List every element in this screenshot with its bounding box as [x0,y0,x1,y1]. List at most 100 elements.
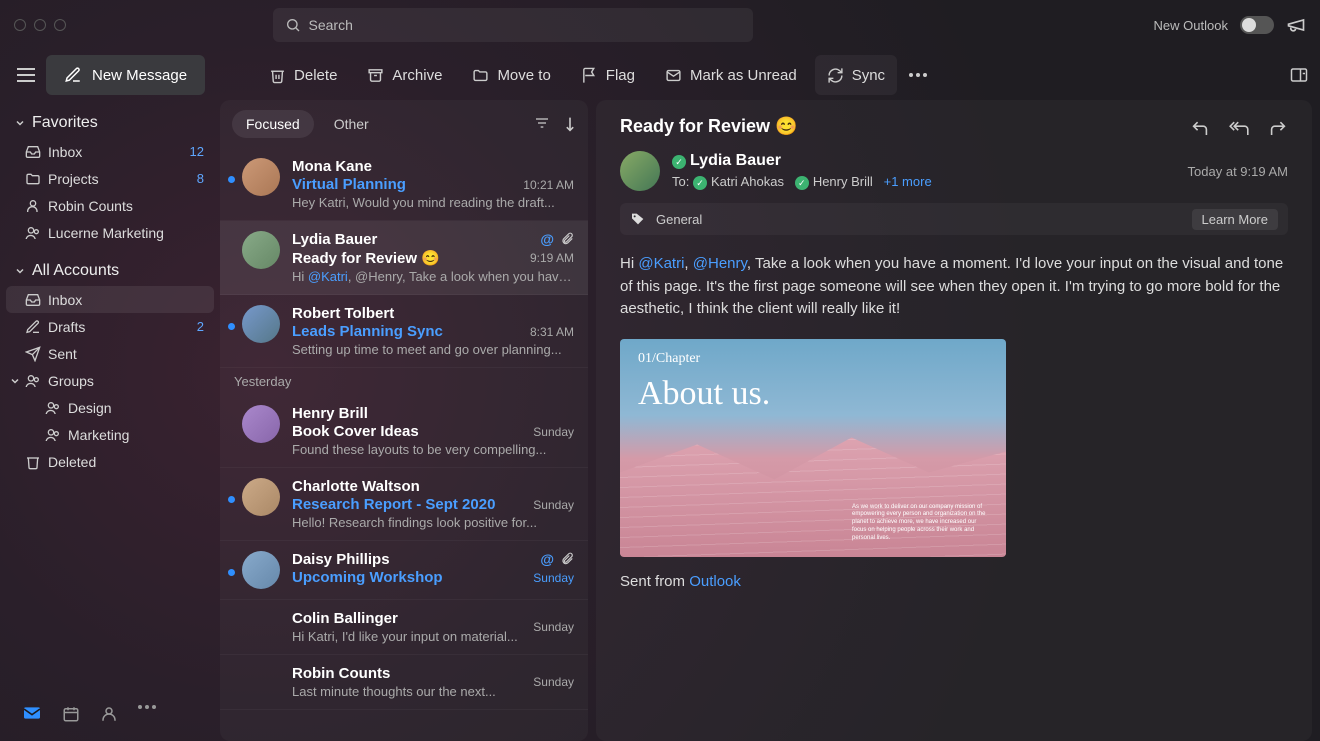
move-to-button[interactable]: Move to [460,55,562,95]
sidebar-item-group-design[interactable]: Design [6,394,214,421]
new-outlook-toggle[interactable] [1240,16,1274,34]
mail-time: Sunday [533,498,574,512]
mail-item[interactable]: Lydia BauerReady for Review 😊Hi @Katri, … [220,221,588,295]
mail-subject: Book Cover Ideas [292,423,574,440]
mail-item[interactable]: Daisy PhillipsUpcoming Workshop@Sunday [220,541,588,600]
chevron-down-icon [14,265,26,277]
reply-icon[interactable] [1190,119,1210,135]
reply-all-icon[interactable] [1228,119,1250,135]
outlook-link[interactable]: Outlook [689,573,741,590]
sidebar-item-groups[interactable]: Groups [6,367,214,394]
reading-pane: Ready for Review 😊 ✓Lydia Bauer To: ✓Kat… [596,100,1312,741]
mail-item[interactable]: Robin Counts Last minute thoughts our the… [220,655,588,710]
tab-focused[interactable]: Focused [232,110,314,138]
move-to-label: Move to [497,67,550,84]
attachment-image[interactable]: 01/Chapter About us. As we work to deliv… [620,339,1006,557]
recipient[interactable]: Katri Ahokas [711,174,784,189]
mark-unread-button[interactable]: Mark as Unread [653,55,809,95]
signature: Sent from Outlook [620,573,1288,590]
mail-item[interactable]: Colin BallingerHi Katri, I'd like your i… [220,600,588,655]
flag-button[interactable]: Flag [569,55,647,95]
favorites-label: Favorites [32,114,98,132]
mail-subject: Research Report - Sept 2020 [292,496,574,513]
mail-item[interactable]: Henry BrillBook Cover IdeasFound these l… [220,395,588,468]
new-message-button[interactable]: New Message [46,55,205,95]
sidebar: Favorites Inbox 12 Projects 8 Robin Coun… [0,100,220,741]
more-actions-button[interactable] [903,55,933,95]
mail-time: 8:31 AM [530,325,574,339]
favorites-section[interactable]: Favorites [6,108,214,138]
nav-label: Robin Counts [48,198,133,214]
people-tab-icon[interactable] [100,705,118,723]
sidebar-item-projects[interactable]: Projects 8 [6,165,214,192]
mail-preview: Setting up time to meet and go over plan… [292,342,574,357]
delete-button[interactable]: Delete [257,55,349,95]
mail-item[interactable]: Charlotte WaltsonResearch Report - Sept … [220,468,588,541]
mail-item[interactable]: Robert TolbertLeads Planning SyncSetting… [220,295,588,368]
more-tab-icon[interactable] [138,705,156,709]
delete-label: Delete [294,67,337,84]
recipient[interactable]: Henry Brill [813,174,873,189]
megaphone-icon[interactable] [1286,15,1306,35]
tab-other[interactable]: Other [320,110,383,138]
mention-icon: @ [540,231,554,247]
cover-chapter: 01/Chapter [638,351,700,367]
nav-label: Sent [48,346,77,362]
mail-tab-icon[interactable] [22,705,42,721]
send-icon [25,346,41,362]
tag-icon [630,211,646,227]
sync-icon [827,67,844,84]
learn-more-button[interactable]: Learn More [1192,209,1278,230]
group-icon [25,225,41,241]
nav-label: Groups [48,373,94,389]
maximize-window[interactable] [54,19,66,31]
sidebar-item-group-marketing[interactable]: Marketing [6,421,214,448]
search-input[interactable]: Search [273,8,753,42]
mail-preview: Last minute thoughts our the next... [292,684,574,699]
mail-time: 10:21 AM [523,178,574,192]
bottom-nav [6,695,214,733]
sync-button[interactable]: Sync [815,55,897,95]
archive-icon [367,67,384,84]
inbox-icon [25,144,41,160]
sidebar-item-inbox-fav[interactable]: Inbox 12 [6,138,214,165]
to-label: To: [672,174,689,189]
mail-from: Robin Counts [292,665,574,682]
draft-icon [25,319,41,335]
more-icon [909,73,927,77]
mention[interactable]: @Katri [638,255,684,272]
close-window[interactable] [14,19,26,31]
mail-time: Sunday [533,425,574,439]
sidebar-item-robin[interactable]: Robin Counts [6,192,214,219]
unread-indicator [228,496,235,503]
forward-icon[interactable] [1268,119,1288,135]
sidebar-item-sent[interactable]: Sent [6,340,214,367]
mail-from: Charlotte Waltson [292,478,574,495]
learn-more-label: Learn More [1202,212,1268,227]
menu-toggle[interactable] [12,61,40,89]
all-accounts-section[interactable]: All Accounts [6,256,214,286]
mail-from: Mona Kane [292,158,574,175]
reading-pane-toggle[interactable] [1290,67,1308,83]
sidebar-item-inbox[interactable]: Inbox [6,286,214,313]
mention[interactable]: @Henry [693,255,747,272]
mail-subject: Upcoming Workshop [292,569,574,586]
nav-label: Lucerne Marketing [48,225,164,241]
mail-from: Daisy Phillips [292,551,574,568]
chevron-down-icon [14,117,26,129]
mail-from: Henry Brill [292,405,574,422]
sort-icon[interactable] [564,116,576,132]
mail-from: Robert Tolbert [292,305,574,322]
more-recipients[interactable]: +1 more [884,174,932,189]
sidebar-item-lucerne[interactable]: Lucerne Marketing [6,219,214,246]
minimize-window[interactable] [34,19,46,31]
group-icon [45,400,61,416]
filter-icon[interactable] [534,116,550,130]
tab-label: Focused [246,116,300,132]
archive-button[interactable]: Archive [355,55,454,95]
sidebar-item-deleted[interactable]: Deleted [6,448,214,475]
calendar-tab-icon[interactable] [62,705,80,723]
sidebar-item-drafts[interactable]: Drafts 2 [6,313,214,340]
mail-item[interactable]: Mona KaneVirtual PlanningHey Katri, Woul… [220,148,588,221]
folder-icon [25,171,41,187]
